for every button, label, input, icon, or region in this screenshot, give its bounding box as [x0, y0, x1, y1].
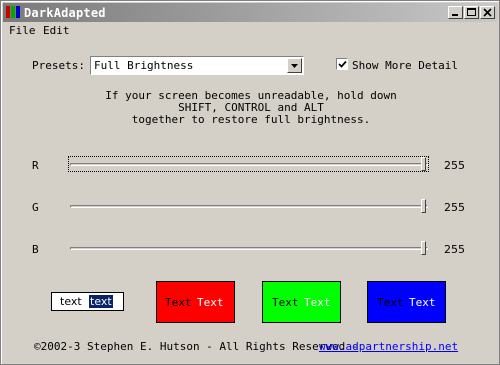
close-icon — [483, 8, 492, 17]
menu-edit[interactable]: Edit — [43, 24, 70, 37]
red-slider-thumb[interactable] — [421, 157, 426, 171]
blue-swatch-text-light: Text — [409, 296, 436, 309]
menu-file[interactable]: File — [9, 24, 36, 37]
close-button[interactable] — [480, 6, 495, 19]
info-line-3: together to restore full brightness. — [131, 113, 371, 126]
copyright-text: ©2002-3 Stephen E. Hutson - All Rights R… — [34, 340, 359, 353]
slider-row-green: G 255 — [1, 198, 500, 218]
chevron-down-icon — [291, 64, 298, 68]
green-slider-thumb[interactable] — [421, 199, 426, 213]
red-swatch-text-dark: Text — [165, 296, 192, 309]
slider-value-blue: 255 — [444, 243, 465, 256]
title-bar[interactable]: DarkAdapted — [3, 3, 497, 22]
blue-slider-thumb[interactable] — [421, 241, 426, 255]
green-swatch: Text Text — [262, 281, 341, 323]
window-title: DarkAdapted — [24, 6, 106, 20]
checkmark-icon — [338, 60, 347, 68]
sample-text-box[interactable]: text text — [51, 292, 124, 311]
green-slider-track[interactable] — [70, 205, 428, 208]
dropdown-button[interactable] — [287, 58, 302, 73]
slider-label-blue: B — [32, 243, 39, 256]
slider-label-green: G — [32, 201, 39, 214]
menu-bar: File Edit — [3, 23, 497, 41]
blue-swatch: Text Text — [367, 281, 446, 323]
presets-selected-value: Full Brightness — [94, 59, 194, 72]
blue-slider-track[interactable] — [70, 247, 428, 250]
maximize-button[interactable] — [464, 6, 479, 19]
slider-row-blue: B 255 — [1, 240, 500, 260]
green-swatch-text-dark: Text — [272, 296, 299, 309]
show-more-detail-label[interactable]: Show More Detail — [352, 59, 458, 72]
main-window: DarkAdapted File Edit Presets: Full Brig… — [0, 0, 500, 365]
minimize-icon — [452, 14, 458, 16]
green-swatch-text-light: Text — [304, 296, 331, 309]
minimize-button[interactable] — [448, 6, 463, 19]
maximize-icon — [467, 8, 476, 16]
show-more-detail-checkbox[interactable] — [336, 58, 348, 70]
app-icon — [6, 6, 20, 18]
red-swatch-text-light: Text — [197, 296, 224, 309]
website-link[interactable]: www.adpartnership.net — [319, 340, 458, 353]
slider-label-red: R — [32, 159, 39, 172]
blue-swatch-text-dark: Text — [377, 296, 404, 309]
slider-value-green: 255 — [444, 201, 465, 214]
presets-dropdown[interactable]: Full Brightness — [90, 56, 304, 75]
sample-text-selected: text — [89, 295, 113, 308]
presets-label: Presets: — [32, 59, 85, 72]
slider-value-red: 255 — [444, 159, 465, 172]
red-slider-track[interactable] — [70, 163, 428, 166]
red-swatch: Text Text — [156, 281, 235, 323]
sample-text-normal: text — [60, 295, 82, 308]
info-text: If your screen becomes unreadable, hold … — [101, 90, 401, 126]
slider-row-red: R 255 — [1, 156, 500, 176]
